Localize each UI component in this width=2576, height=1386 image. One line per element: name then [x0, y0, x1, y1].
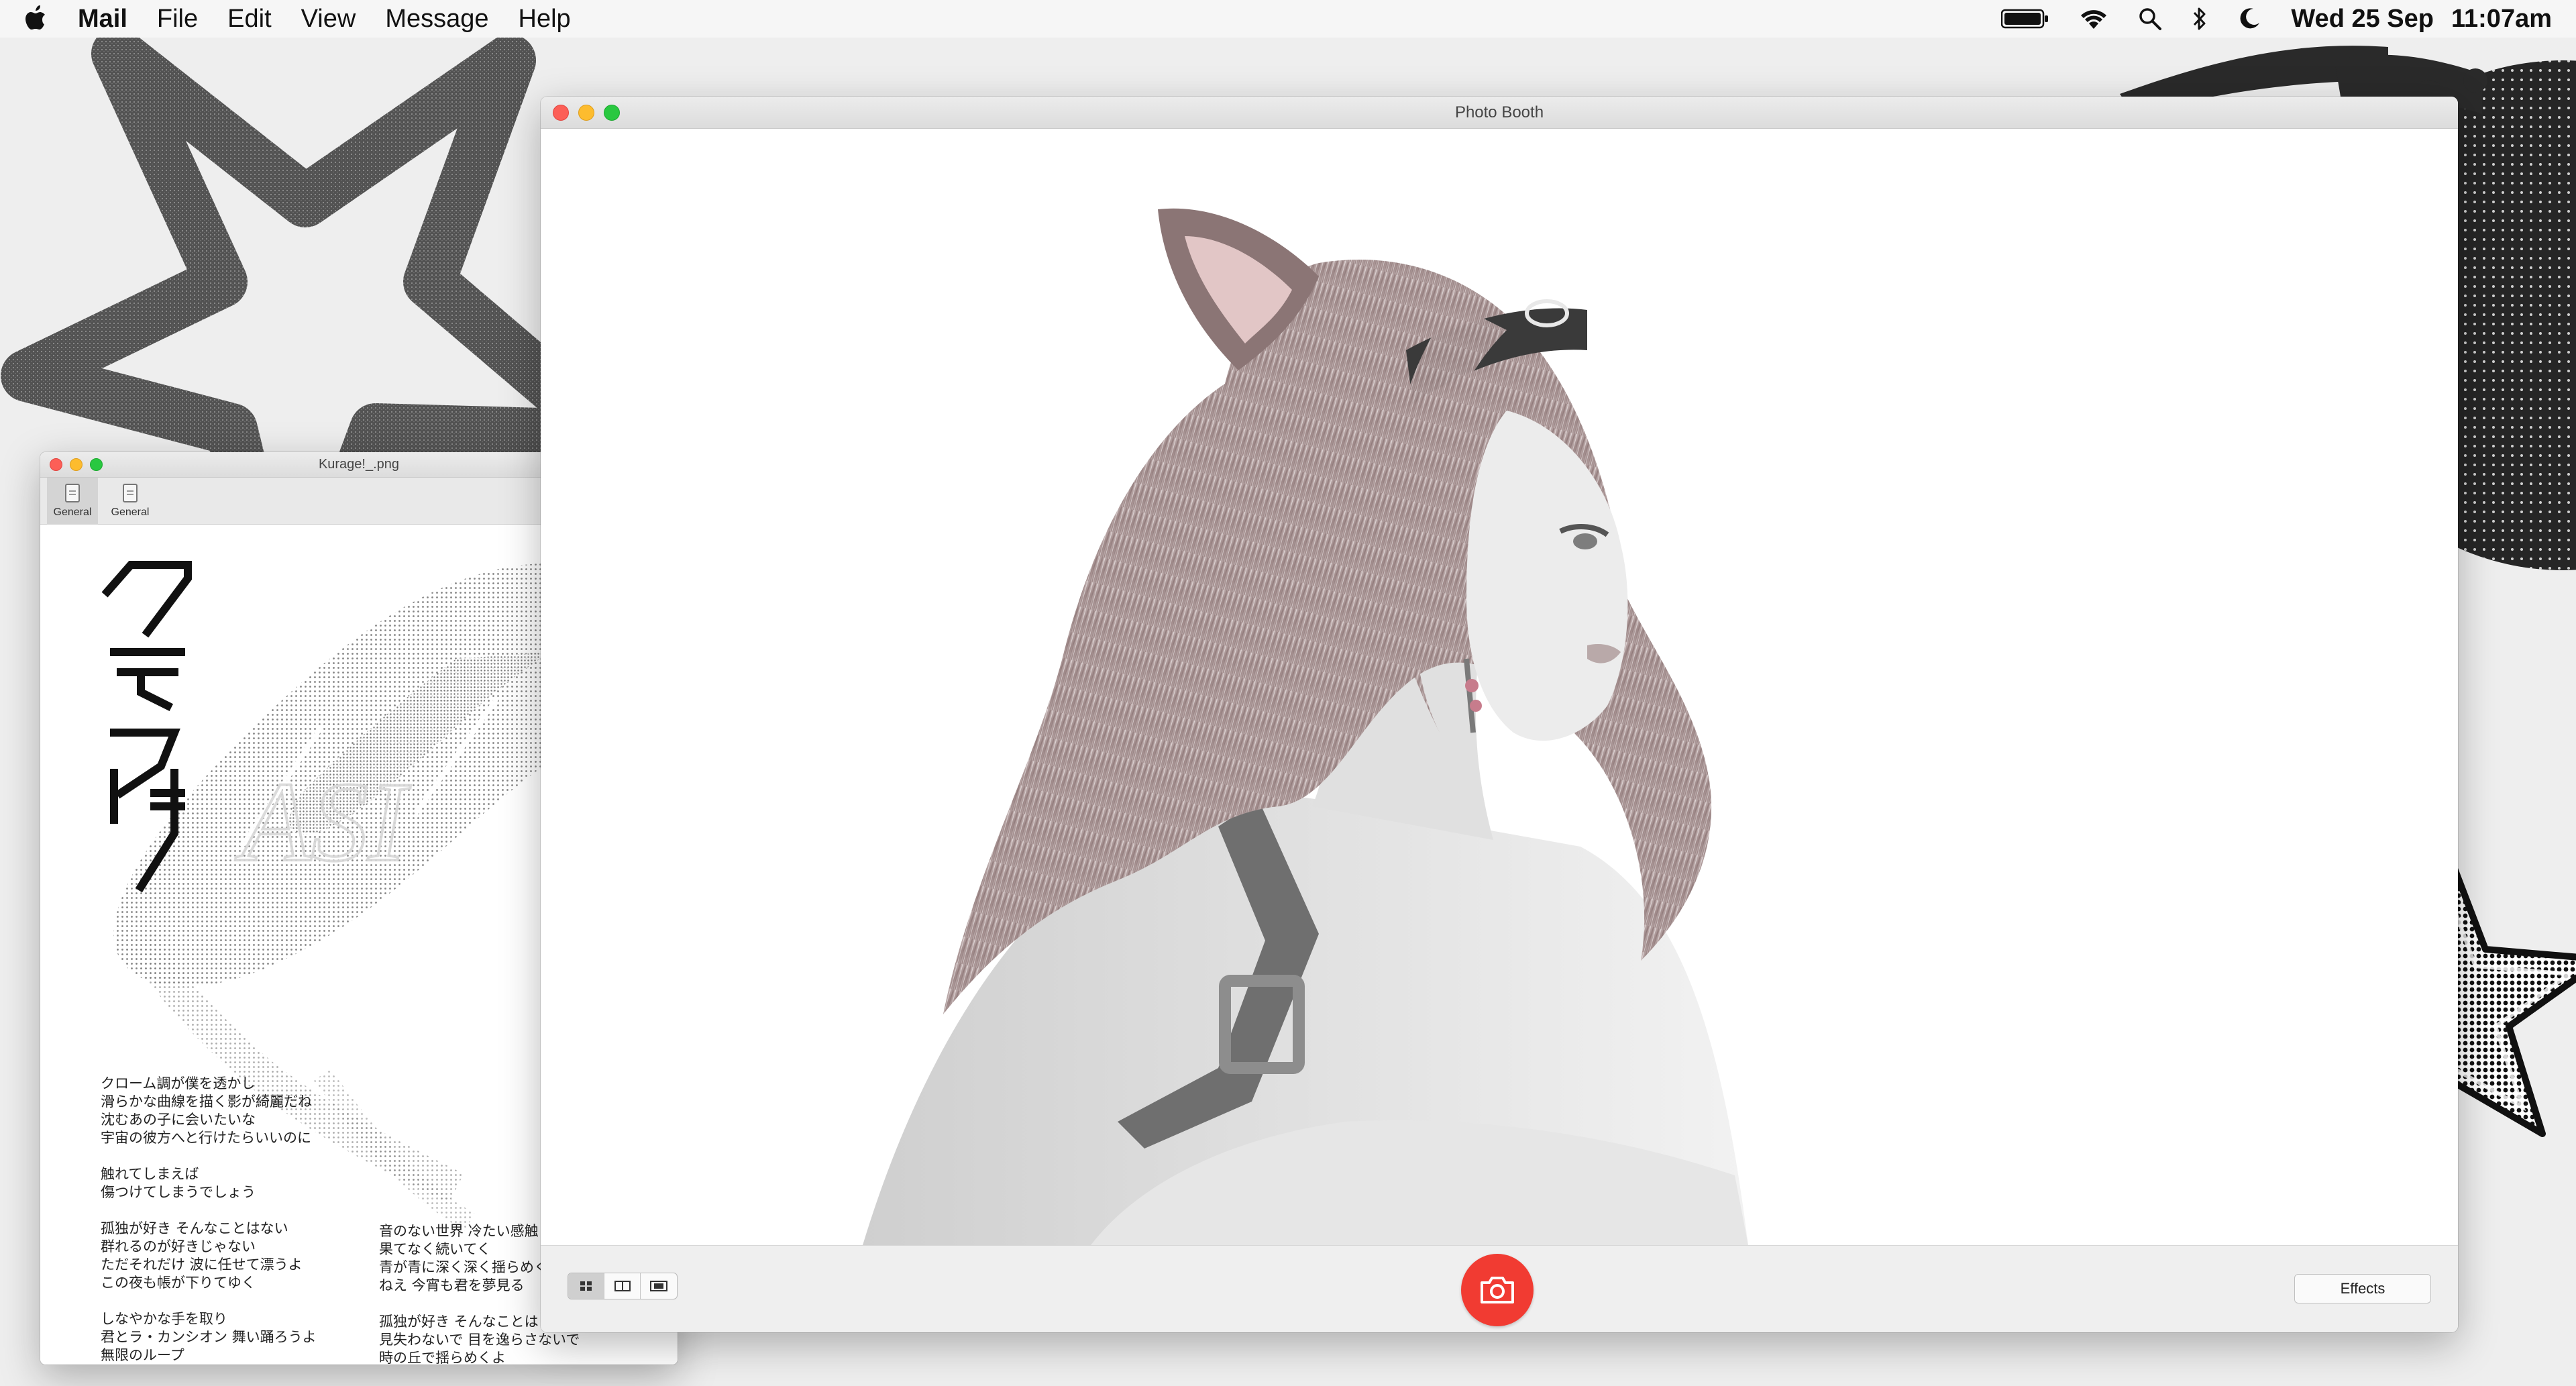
- photo-booth-titlebar[interactable]: Photo Booth: [541, 97, 2458, 129]
- document-icon: [123, 484, 138, 502]
- split-view-button[interactable]: [604, 1273, 641, 1299]
- kurage-window-controls: [50, 458, 103, 471]
- battery-icon[interactable]: [2001, 8, 2049, 30]
- close-button[interactable]: [50, 458, 62, 471]
- photo-booth-toolbar: Effects: [541, 1245, 2458, 1332]
- menu-bar: Mail File Edit View Message Help Wed 25 …: [0, 0, 2576, 38]
- menu-help[interactable]: Help: [519, 5, 571, 34]
- menu-edit[interactable]: Edit: [227, 5, 271, 34]
- camera-preview-image: [863, 208, 1748, 1245]
- grid-view-button[interactable]: [568, 1273, 604, 1299]
- view-mode-selector: [568, 1273, 678, 1299]
- split-view-icon: [614, 1281, 631, 1291]
- document-icon: [65, 484, 80, 502]
- filmstrip-view-icon: [650, 1281, 667, 1291]
- spotlight-icon[interactable]: [2138, 7, 2162, 31]
- tab-general-1-label: General: [53, 507, 92, 518]
- lyrics-left: クローム調が僕を透かし 滑らかな曲線を描く影が綺麗だね 沈むあの子に会いたいな …: [101, 1075, 317, 1363]
- zoom-button[interactable]: [604, 104, 620, 121]
- clock-time: 11:07am: [2451, 4, 2552, 33]
- menu-view[interactable]: View: [301, 5, 356, 34]
- svg-text:ASI: ASI: [235, 759, 411, 885]
- menu-message[interactable]: Message: [385, 5, 488, 34]
- photo-booth-window-title: Photo Booth: [1454, 103, 1544, 121]
- apple-icon[interactable]: [20, 3, 52, 35]
- photo-booth-window-controls: [553, 104, 620, 121]
- tab-general-2[interactable]: General: [105, 478, 156, 525]
- close-button[interactable]: [553, 104, 569, 121]
- take-photo-button[interactable]: [1461, 1254, 1534, 1326]
- grid-view-icon: [580, 1281, 592, 1291]
- do-not-disturb-icon[interactable]: [2237, 7, 2261, 31]
- zoom-button[interactable]: [90, 458, 103, 471]
- filmstrip-view-button[interactable]: [641, 1273, 677, 1299]
- menu-clock[interactable]: Wed 25 Sep 11:07am: [2291, 5, 2552, 34]
- minimize-button[interactable]: [578, 104, 594, 121]
- kurage-title-lettering: [101, 561, 192, 893]
- camera-icon: [1481, 1277, 1514, 1303]
- wifi-icon[interactable]: [2079, 7, 2108, 30]
- menu-app-mail[interactable]: Mail: [78, 5, 127, 34]
- minimize-button[interactable]: [70, 458, 83, 471]
- clock-date: Wed 25 Sep: [2291, 4, 2434, 33]
- tab-general-2-label: General: [111, 507, 150, 518]
- camera-preview: [541, 129, 2458, 1245]
- bluetooth-icon[interactable]: [2192, 6, 2208, 32]
- photo-booth-window: Photo Booth Effects: [541, 97, 2458, 1332]
- menu-file[interactable]: File: [157, 5, 198, 34]
- effects-button[interactable]: Effects: [2294, 1274, 2431, 1303]
- tab-general-1[interactable]: General: [47, 478, 98, 525]
